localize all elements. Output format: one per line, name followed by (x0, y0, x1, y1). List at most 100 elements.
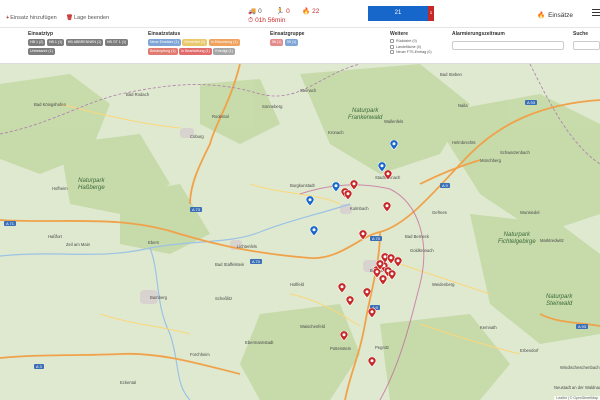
place-label: Bamberg (150, 295, 167, 300)
filter-alarmierung-label: Alarmierungszeitraum (452, 31, 505, 37)
place-label: Burgkunstadt (290, 183, 315, 188)
incident-marker-icon[interactable] (363, 288, 371, 298)
checkbox-icon[interactable] (390, 44, 394, 49)
weitere-checkbox[interactable]: Neuer FTS-Eintrag (0) (390, 50, 450, 54)
unit-marker-icon[interactable] (378, 162, 386, 172)
place-label: Windischeschenbach (560, 365, 600, 370)
park-label: Naturpark Fichtelgebirge (498, 232, 536, 245)
unit-marker-icon[interactable] (306, 196, 314, 206)
place-label: Bad Berneck (405, 234, 429, 239)
place-label: Eckental (120, 380, 137, 385)
place-label: Goldkronach (410, 248, 434, 253)
filter-alarmierung: Alarmierungszeitraum (452, 31, 567, 39)
weitere-checkbox[interactable]: Rückfahrt (0) (390, 39, 450, 43)
highway-shield: A 73 (190, 207, 203, 212)
incident-marker-icon[interactable] (368, 308, 376, 318)
map-attribution: Leaflet | © OpenStreetMap (554, 396, 600, 400)
filter-suche: Suche (573, 31, 600, 39)
place-label: Ebern (148, 240, 160, 245)
highway-shield: A 93 (576, 324, 589, 329)
end-situation-label: Lage beenden (73, 15, 110, 21)
unit-marker-icon[interactable] (332, 182, 340, 192)
incident-marker-icon[interactable] (388, 270, 396, 280)
filter-chip[interactable]: HB 1 (1) (46, 39, 65, 46)
place-label: Haßfurt (48, 234, 62, 239)
incident-marker-icon[interactable] (338, 283, 346, 293)
place-label: Pottenstein (330, 346, 351, 351)
place-label: Bad Königshofen (34, 102, 66, 107)
place-label: Hofheim (52, 186, 68, 191)
checkbox-icon[interactable] (390, 39, 394, 43)
incident-marker-icon[interactable] (346, 296, 354, 306)
place-label: Rodental (212, 114, 229, 119)
progress-red-value: 1 (429, 10, 433, 15)
search-input[interactable] (573, 41, 600, 50)
incident-marker-icon[interactable] (340, 331, 348, 341)
weitere-checkbox-label: Landefläche (0) (396, 44, 421, 49)
filter-chip[interactable]: HB ABBRENNEN (1) (65, 39, 104, 46)
place-label: Coburg (190, 134, 204, 139)
fire-icon: 🔥 (302, 8, 311, 15)
progress-value: 21 (394, 10, 402, 16)
incident-marker-icon[interactable] (368, 357, 376, 367)
filter-einsatztyp-label: Einsatztyp (28, 31, 54, 37)
place-label: Steinach (300, 88, 317, 93)
place-label: Hollfeld (290, 282, 304, 287)
filter-chip[interactable]: Gemeldet (1) (182, 39, 208, 46)
place-label: Forchheim (190, 352, 210, 357)
filter-einsatzstatus: Einsatzstatus Neue Einsätze (1) Gemeldet … (148, 31, 268, 55)
incident-progress-bar[interactable]: 21 1 (368, 6, 434, 21)
end-situation-link[interactable]: 🗑Lage beenden (66, 15, 109, 21)
incident-marker-icon[interactable] (344, 190, 352, 200)
park-label: Naturpark Frankenwald (348, 108, 383, 121)
fire-count-value: 22 (312, 8, 320, 15)
filter-einsatztyp: Einsatztyp HB 1 (2) HB 1 (1) HB ABBRENNEN … (28, 31, 140, 55)
duration-value: 01h 56min (255, 17, 286, 24)
checkbox-icon[interactable] (390, 50, 394, 54)
filter-chip[interactable]: In Bearbeitung (1) (179, 47, 212, 55)
incident-marker-icon[interactable] (376, 260, 384, 270)
unit-marker-icon[interactable] (310, 226, 318, 236)
filter-chip[interactable]: HB OT 1 (1) (104, 39, 129, 46)
filter-einsatzstatus-label: Einsatzstatus (148, 31, 181, 37)
top-bar: +Einsatz hinzufügen 🗑Lage beenden 🚚 0 🏃 0 … (0, 0, 600, 28)
filter-chip[interactable]: Erledigt (1) (213, 47, 235, 55)
incident-map[interactable]: Bad Königshofen Bad Rodach Rodental Coburg S… (0, 64, 600, 400)
menu-icon[interactable] (592, 9, 600, 19)
truck-icon: 🚚 (248, 8, 257, 15)
place-label: Schwarzenbach (500, 150, 530, 155)
filter-chip[interactable]: Bekämpfung (1) (148, 47, 178, 55)
filter-chip[interactable]: 55 (1) (284, 39, 299, 46)
place-label: Waischenfeld (300, 324, 325, 329)
filter-chip[interactable]: 56 (1) (270, 39, 284, 46)
incident-marker-icon[interactable] (359, 230, 367, 240)
filter-weitere-label: Weitere (390, 31, 408, 37)
place-label: Ebermannstadt (245, 340, 274, 345)
place-label: Marktredwitz (540, 238, 564, 243)
incident-marker-icon[interactable] (350, 180, 358, 190)
einsaetze-button[interactable]: 🔥 Einsätze (537, 11, 573, 19)
fire-icon: 🔥 (537, 12, 546, 19)
duration: ⏱ 01h 56min (248, 17, 285, 25)
highway-shield: A 9 (440, 183, 450, 188)
add-incident-link[interactable]: +Einsatz hinzufügen (6, 15, 57, 21)
filter-chip[interactable]: Neue Einsätze (1) (148, 39, 181, 46)
unit-marker-icon[interactable] (390, 140, 398, 150)
filter-weitere: Weitere Rückfahrt (0) Landefläche (0) Neue… (390, 31, 450, 56)
person-count: 🏃 0 (276, 7, 290, 15)
filter-chip[interactable]: Unbekannt (1) (28, 47, 55, 55)
place-label: Neustadt an der Waldnaab (554, 385, 600, 390)
place-label: Kulmbach (350, 206, 369, 211)
incident-marker-icon[interactable] (383, 202, 391, 212)
weitere-checkbox[interactable]: Landefläche (0) (390, 44, 450, 49)
filter-chip[interactable]: In Erkundung (1) (208, 39, 240, 46)
person-count-value: 0 (286, 8, 290, 15)
place-label: Sonneberg (262, 104, 283, 109)
incident-marker-icon[interactable] (394, 257, 402, 267)
park-label: Naturpark Steinwald (546, 294, 573, 307)
highway-shield: A 70 (370, 236, 383, 241)
filter-chip[interactable]: HB 1 (2) (28, 39, 46, 46)
place-label: Wallenfels (384, 119, 404, 124)
alarmierung-range-input[interactable] (452, 41, 564, 50)
vehicle-count: 🚚 0 (248, 7, 262, 15)
